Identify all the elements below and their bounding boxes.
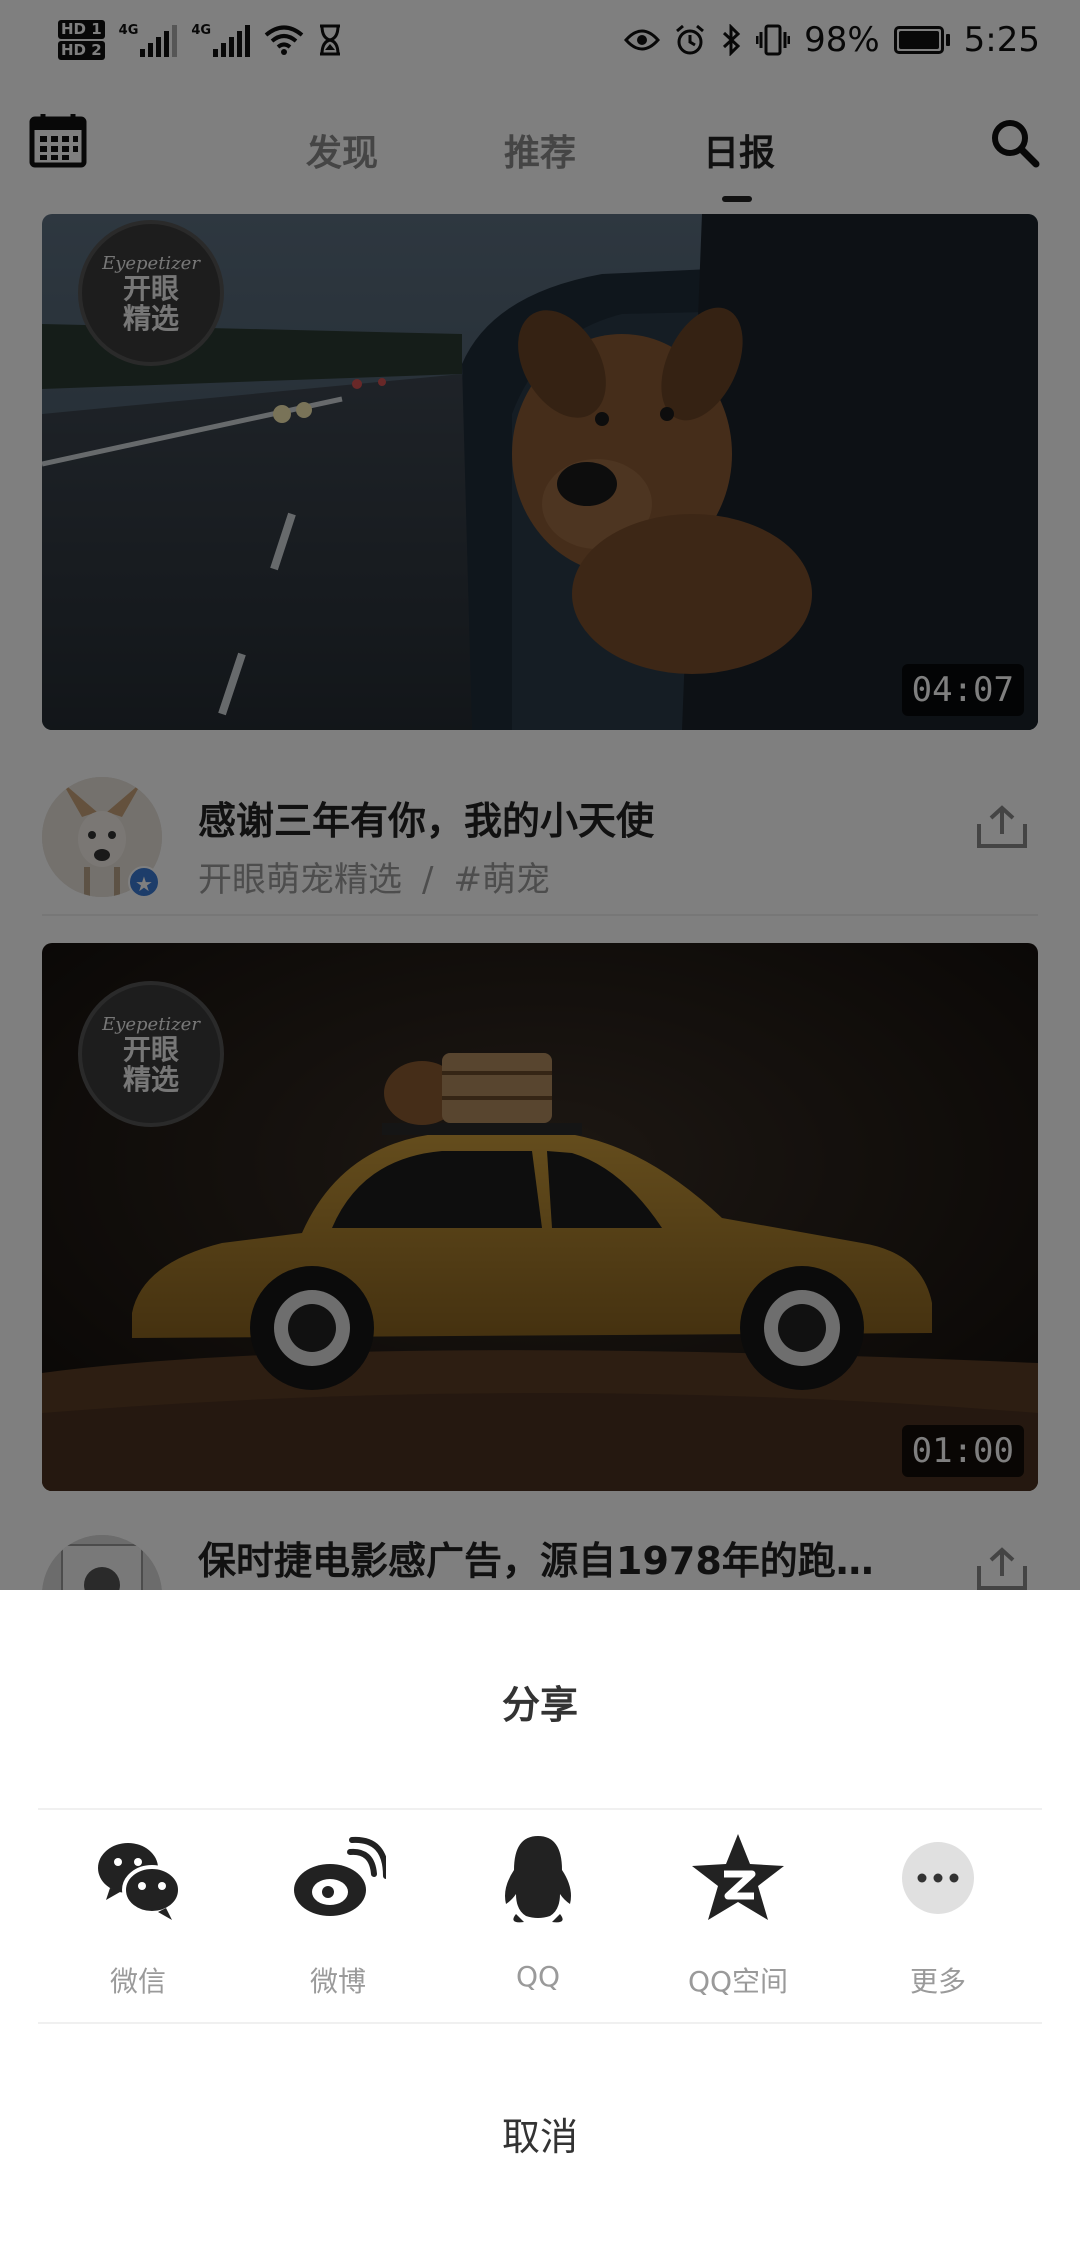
qq-icon <box>505 1836 571 1923</box>
share-weibo-label: 微博 <box>309 1965 366 1998</box>
wechat-icon <box>98 1843 182 1920</box>
share-qq[interactable]: QQ <box>438 1830 638 1993</box>
share-wechat-label: 微信 <box>109 1965 166 1998</box>
share-weibo[interactable]: 微博 <box>238 1830 438 2000</box>
share-more-label: 更多 <box>909 1965 966 1998</box>
cancel-button[interactable]: 取消 <box>0 2106 1080 2161</box>
share-wechat[interactable]: 微信 <box>38 1830 238 2000</box>
sheet-divider <box>38 2022 1042 2024</box>
share-sheet-title: 分享 <box>501 1683 578 1727</box>
modal-backdrop[interactable] <box>0 0 1080 1590</box>
share-qzone-label: QQ空间 <box>687 1965 789 1998</box>
share-qzone[interactable]: QQ空间 <box>638 1830 838 2000</box>
share-more[interactable]: 更多 <box>838 1830 1038 2000</box>
share-qq-label: QQ <box>515 1960 561 1993</box>
share-sheet: 分享 微信 微博 QQ QQ空间 更多 取消 <box>0 1590 1080 2244</box>
sheet-divider <box>38 1808 1042 1810</box>
weibo-icon <box>294 1836 389 1916</box>
more-icon <box>902 1842 974 1914</box>
qzone-icon <box>692 1834 784 1920</box>
